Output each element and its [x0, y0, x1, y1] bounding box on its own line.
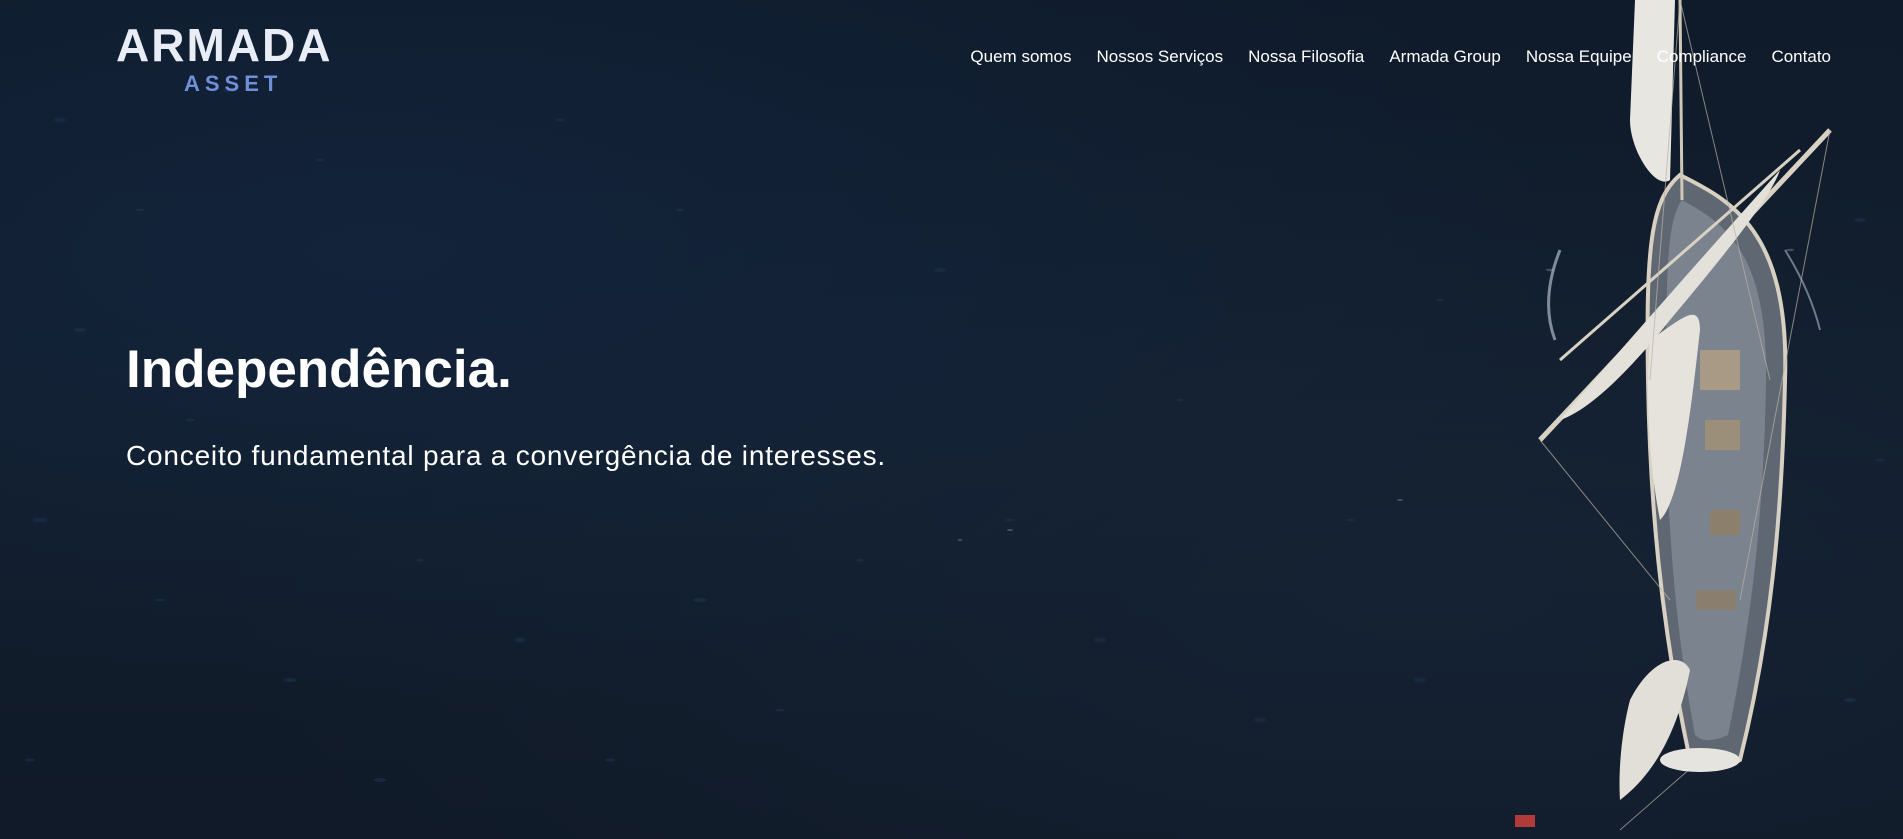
nav-link-compliance[interactable]: Compliance — [1657, 46, 1747, 68]
hero-subheadline: Conceito fundamental para a convergência… — [126, 440, 886, 471]
nav-link-nossos-servicos[interactable]: Nossos Serviços — [1097, 46, 1224, 68]
main-navigation: Quem somos Nossos Serviços Nossa Filosof… — [970, 46, 1831, 68]
armada-asset-logo[interactable]: ARMADA ASSET — [116, 22, 336, 102]
hero-section: ARMADA ASSET Quem somos Nossos Serviços … — [0, 0, 1903, 839]
nav-link-nossa-equipe[interactable]: Nossa Equipe — [1526, 46, 1632, 68]
nav-link-nossa-filosofia[interactable]: Nossa Filosofia — [1248, 46, 1364, 68]
logo-wordmark: ARMADA — [116, 19, 333, 71]
nav-link-contato[interactable]: Contato — [1771, 46, 1831, 68]
hero-headline: Independência. — [126, 340, 512, 399]
nav-link-armada-group[interactable]: Armada Group — [1389, 46, 1501, 68]
logo-tagline: ASSET — [184, 71, 283, 96]
nav-link-quem-somos[interactable]: Quem somos — [970, 46, 1071, 68]
sailing-ship-image — [1515, 0, 1832, 831]
